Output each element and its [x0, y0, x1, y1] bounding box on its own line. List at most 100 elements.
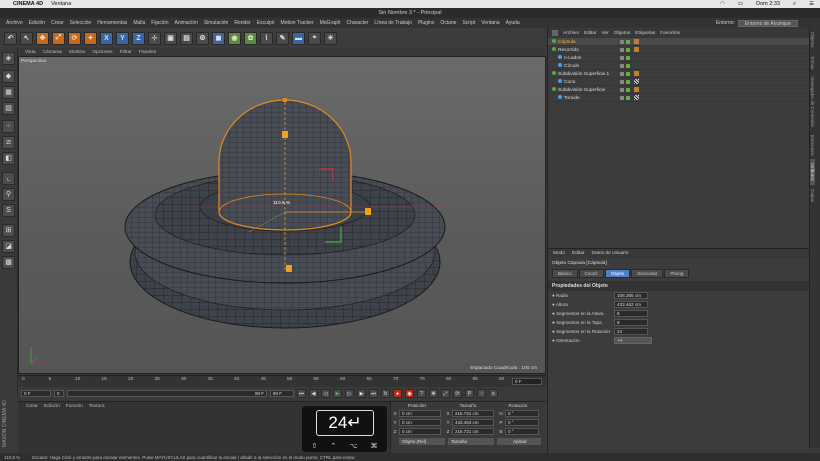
- object-row[interactable]: Recorrido: [548, 46, 809, 54]
- visibility-dot-icon[interactable]: [620, 71, 624, 76]
- tweak-mode-icon[interactable]: ⚲: [2, 188, 15, 201]
- light-icon[interactable]: ☀: [324, 31, 337, 45]
- loop-icon[interactable]: ↻: [381, 389, 390, 398]
- record-icon[interactable]: ●: [393, 389, 402, 398]
- start-frame-field[interactable]: 0 F: [21, 390, 51, 397]
- menu-4[interactable]: Herramientas: [97, 20, 127, 26]
- environment-dropdown[interactable]: Entorno de Arranque: [737, 19, 798, 27]
- wifi-icon[interactable]: ◠: [720, 1, 725, 7]
- enabled-check-icon[interactable]: [626, 63, 630, 68]
- object-row[interactable]: n-Lados: [548, 54, 809, 62]
- menu-11[interactable]: Motion Tracker: [281, 20, 314, 26]
- keyframe-selection-icon[interactable]: ?: [417, 389, 426, 398]
- tab-2[interactable]: Objeto: [605, 269, 631, 278]
- attribute-value[interactable]: +Y: [614, 337, 652, 344]
- rotation-key-icon[interactable]: ⟳: [453, 389, 462, 398]
- cube-icon[interactable]: ◼: [212, 31, 225, 45]
- enabled-check-icon[interactable]: [626, 71, 630, 76]
- lock-workplane-icon[interactable]: ⊞: [2, 224, 15, 237]
- material-tag-icon[interactable]: [634, 95, 639, 100]
- side-tab-5[interactable]: Capas: [810, 185, 815, 206]
- coordinate-system-icon[interactable]: ⊹: [148, 31, 161, 45]
- clock[interactable]: Dom 2:33: [756, 1, 780, 7]
- prev-key-icon[interactable]: ◀: [309, 389, 318, 398]
- render-settings-icon[interactable]: ⚙: [196, 31, 209, 45]
- menu-12[interactable]: MoGraph: [320, 20, 341, 26]
- object-row[interactable]: Toroide: [548, 94, 809, 102]
- app-menu[interactable]: CINEMA 4D: [13, 1, 43, 7]
- object-visibility-flags[interactable]: [620, 55, 630, 60]
- enabled-check-icon[interactable]: [626, 55, 630, 60]
- go-start-icon[interactable]: ⏮: [297, 389, 306, 398]
- next-key-icon[interactable]: ▶: [357, 389, 366, 398]
- object-row[interactable]: Cápsula: [548, 38, 809, 46]
- menu-17[interactable]: Script: [462, 20, 475, 26]
- tab-1[interactable]: Coord.: [578, 269, 605, 278]
- object-menu-5[interactable]: Favoritos: [660, 31, 680, 36]
- visibility-dot-icon[interactable]: [620, 63, 624, 68]
- phong-tag-icon[interactable]: [634, 47, 639, 52]
- frame-offset-field[interactable]: 0: [54, 390, 64, 397]
- menu-8[interactable]: Simulación: [204, 20, 228, 26]
- grid-icon[interactable]: ▩: [2, 256, 15, 269]
- menu-6[interactable]: Fijación: [151, 20, 168, 26]
- enabled-check-icon[interactable]: [626, 39, 630, 44]
- position-field[interactable]: 0 cm: [399, 410, 441, 417]
- size-field[interactable]: 216.731 cm: [452, 428, 494, 435]
- pen-icon[interactable]: ✎: [276, 31, 289, 45]
- object-row[interactable]: Subdivisión Superficie: [548, 86, 809, 94]
- menu-10[interactable]: Esculpir: [257, 20, 275, 26]
- snap-icon[interactable]: S: [2, 204, 15, 217]
- attribute-menu-1[interactable]: Editar: [572, 251, 585, 256]
- menu-1[interactable]: Edición: [29, 20, 45, 26]
- position-field[interactable]: 0 cm: [399, 428, 441, 435]
- make-editable-icon[interactable]: ◈: [2, 52, 15, 65]
- rotation-field[interactable]: 0 °: [505, 428, 539, 435]
- size-mode-dropdown[interactable]: Tamaño: [448, 438, 494, 445]
- deformer-icon[interactable]: ⌇: [260, 31, 273, 45]
- visibility-dot-icon[interactable]: [620, 79, 624, 84]
- viewport-menu-1[interactable]: Cámaras: [43, 50, 62, 55]
- move-icon[interactable]: ✥: [36, 31, 49, 45]
- scale-key-icon[interactable]: ⤢: [441, 389, 450, 398]
- next-frame-icon[interactable]: ▷: [345, 389, 354, 398]
- attribute-value[interactable]: 433.462 cm: [614, 301, 648, 308]
- viewport-menu-5[interactable]: Paneles: [139, 50, 156, 55]
- menu-9[interactable]: Render: [234, 20, 250, 26]
- side-tab-1[interactable]: Tomas: [810, 52, 815, 73]
- axis-y-toggle[interactable]: Y: [116, 31, 129, 45]
- tab-3[interactable]: Seccionar: [631, 269, 664, 278]
- position-field[interactable]: 0 cm: [399, 419, 441, 426]
- rotation-field[interactable]: 0 °: [505, 410, 539, 417]
- object-menu-3[interactable]: Objetos: [614, 31, 631, 36]
- enabled-check-icon[interactable]: [626, 95, 630, 100]
- render-view-icon[interactable]: ▣: [164, 31, 177, 45]
- axis-z-toggle[interactable]: Z: [132, 31, 145, 45]
- select-icon[interactable]: ↖: [20, 31, 33, 45]
- menu-13[interactable]: Character: [346, 20, 368, 26]
- viewport-menu-3[interactable]: Opciones: [92, 50, 112, 55]
- visibility-dot-icon[interactable]: [620, 47, 624, 52]
- point-level-icon[interactable]: ⁘: [477, 389, 486, 398]
- visibility-dot-icon[interactable]: [620, 39, 624, 44]
- param-key-icon[interactable]: P: [465, 389, 474, 398]
- menu-0[interactable]: Archivo: [6, 20, 23, 26]
- current-frame-field[interactable]: 0 F: [512, 378, 542, 385]
- rotate-icon[interactable]: ⟳: [68, 31, 81, 45]
- object-menu-1[interactable]: Editar: [584, 31, 597, 36]
- object-row[interactable]: Cono: [548, 78, 809, 86]
- preview-range-slider[interactable]: 90 F: [67, 390, 267, 397]
- axis-mode-icon[interactable]: ⌞: [2, 172, 15, 185]
- attribute-menu-0[interactable]: Modo: [553, 251, 565, 256]
- tab-0[interactable]: Básico: [552, 269, 578, 278]
- scale-icon[interactable]: ⤢: [52, 31, 65, 45]
- battery-icon[interactable]: ▭: [738, 1, 743, 7]
- material-tag-icon[interactable]: [634, 79, 639, 84]
- enabled-check-icon[interactable]: [626, 87, 630, 92]
- visibility-dot-icon[interactable]: [620, 87, 624, 92]
- material-menu-2[interactable]: Función: [66, 404, 83, 409]
- timeline[interactable]: 0 5 10 15 20 25 30 35 40 45 50 55 60 65 70 75 80 85 90 0 F: [18, 375, 546, 387]
- size-field[interactable]: 216.731 cm: [452, 410, 494, 417]
- menu-18[interactable]: Ventana: [481, 20, 499, 26]
- menu-14[interactable]: Línea de Trabajo: [374, 20, 412, 26]
